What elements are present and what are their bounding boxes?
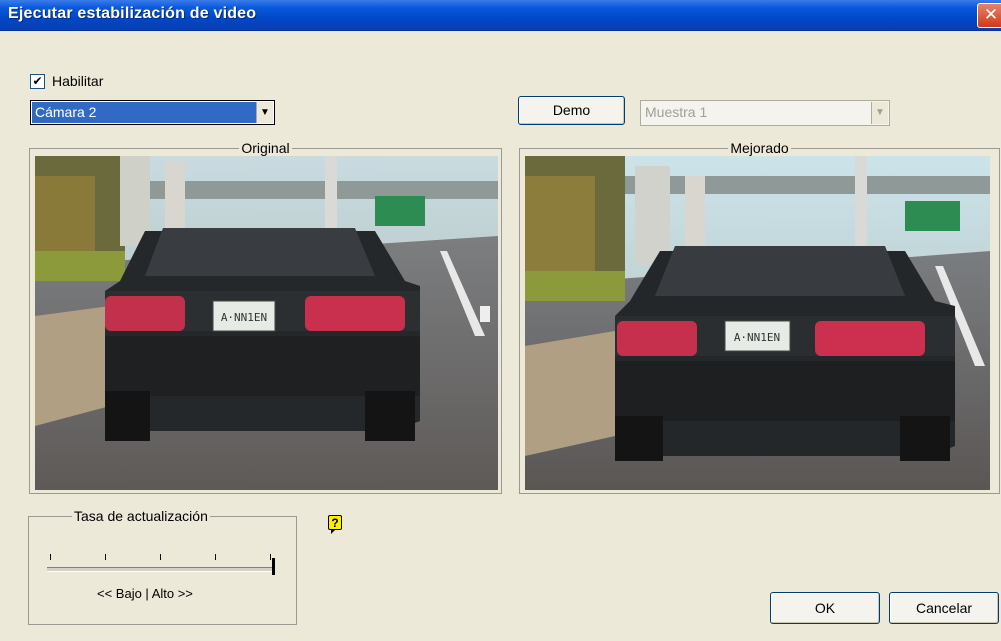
- refresh-rate-scale-label: << Bajo | Alto >>: [97, 586, 193, 601]
- slider-tick: [105, 554, 106, 560]
- refresh-rate-slider-thumb[interactable]: [272, 558, 275, 575]
- slider-tick: [50, 554, 51, 560]
- ok-button[interactable]: OK: [770, 592, 880, 624]
- slider-tick: [270, 554, 271, 560]
- enhanced-label: Mejorado: [728, 140, 791, 156]
- enhanced-video-frame: A·NN1EN: [525, 156, 990, 490]
- slider-tick: [160, 554, 161, 560]
- original-panel-legend: Original: [30, 140, 501, 156]
- demo-button[interactable]: Demo: [518, 96, 625, 125]
- enhanced-plate-text: A·NN1EN: [734, 331, 780, 344]
- chevron-down-icon[interactable]: ▼: [871, 102, 888, 124]
- enable-checkbox[interactable]: ✔: [30, 74, 45, 89]
- close-button[interactable]: ✕: [977, 3, 1001, 28]
- chevron-down-icon[interactable]: ▼: [256, 102, 273, 123]
- refresh-rate-label: Tasa de actualización: [72, 508, 210, 524]
- camera-select[interactable]: Cámara 2 ▼: [30, 100, 275, 125]
- refresh-rate-slider[interactable]: [47, 567, 275, 572]
- original-plate-text: A·NN1EN: [221, 311, 267, 324]
- enhanced-panel-legend: Mejorado: [520, 140, 999, 156]
- window-title: Ejecutar estabilización de video: [8, 5, 257, 22]
- help-icon[interactable]: ?: [328, 515, 342, 534]
- close-icon: ✕: [983, 5, 999, 24]
- sample-select-value: Muestra 1: [645, 104, 708, 120]
- title-bar: Ejecutar estabilización de video ✕: [0, 0, 1001, 31]
- original-label: Original: [239, 140, 292, 156]
- camera-select-value: Cámara 2: [32, 102, 256, 123]
- cancel-button[interactable]: Cancelar: [889, 592, 999, 624]
- original-video-frame: A·NN1EN: [35, 156, 498, 490]
- refresh-rate-legend: Tasa de actualización: [72, 508, 210, 524]
- sample-select[interactable]: Muestra 1 ▼: [640, 100, 890, 126]
- slider-tick: [215, 554, 216, 560]
- enable-label: Habilitar: [52, 73, 104, 89]
